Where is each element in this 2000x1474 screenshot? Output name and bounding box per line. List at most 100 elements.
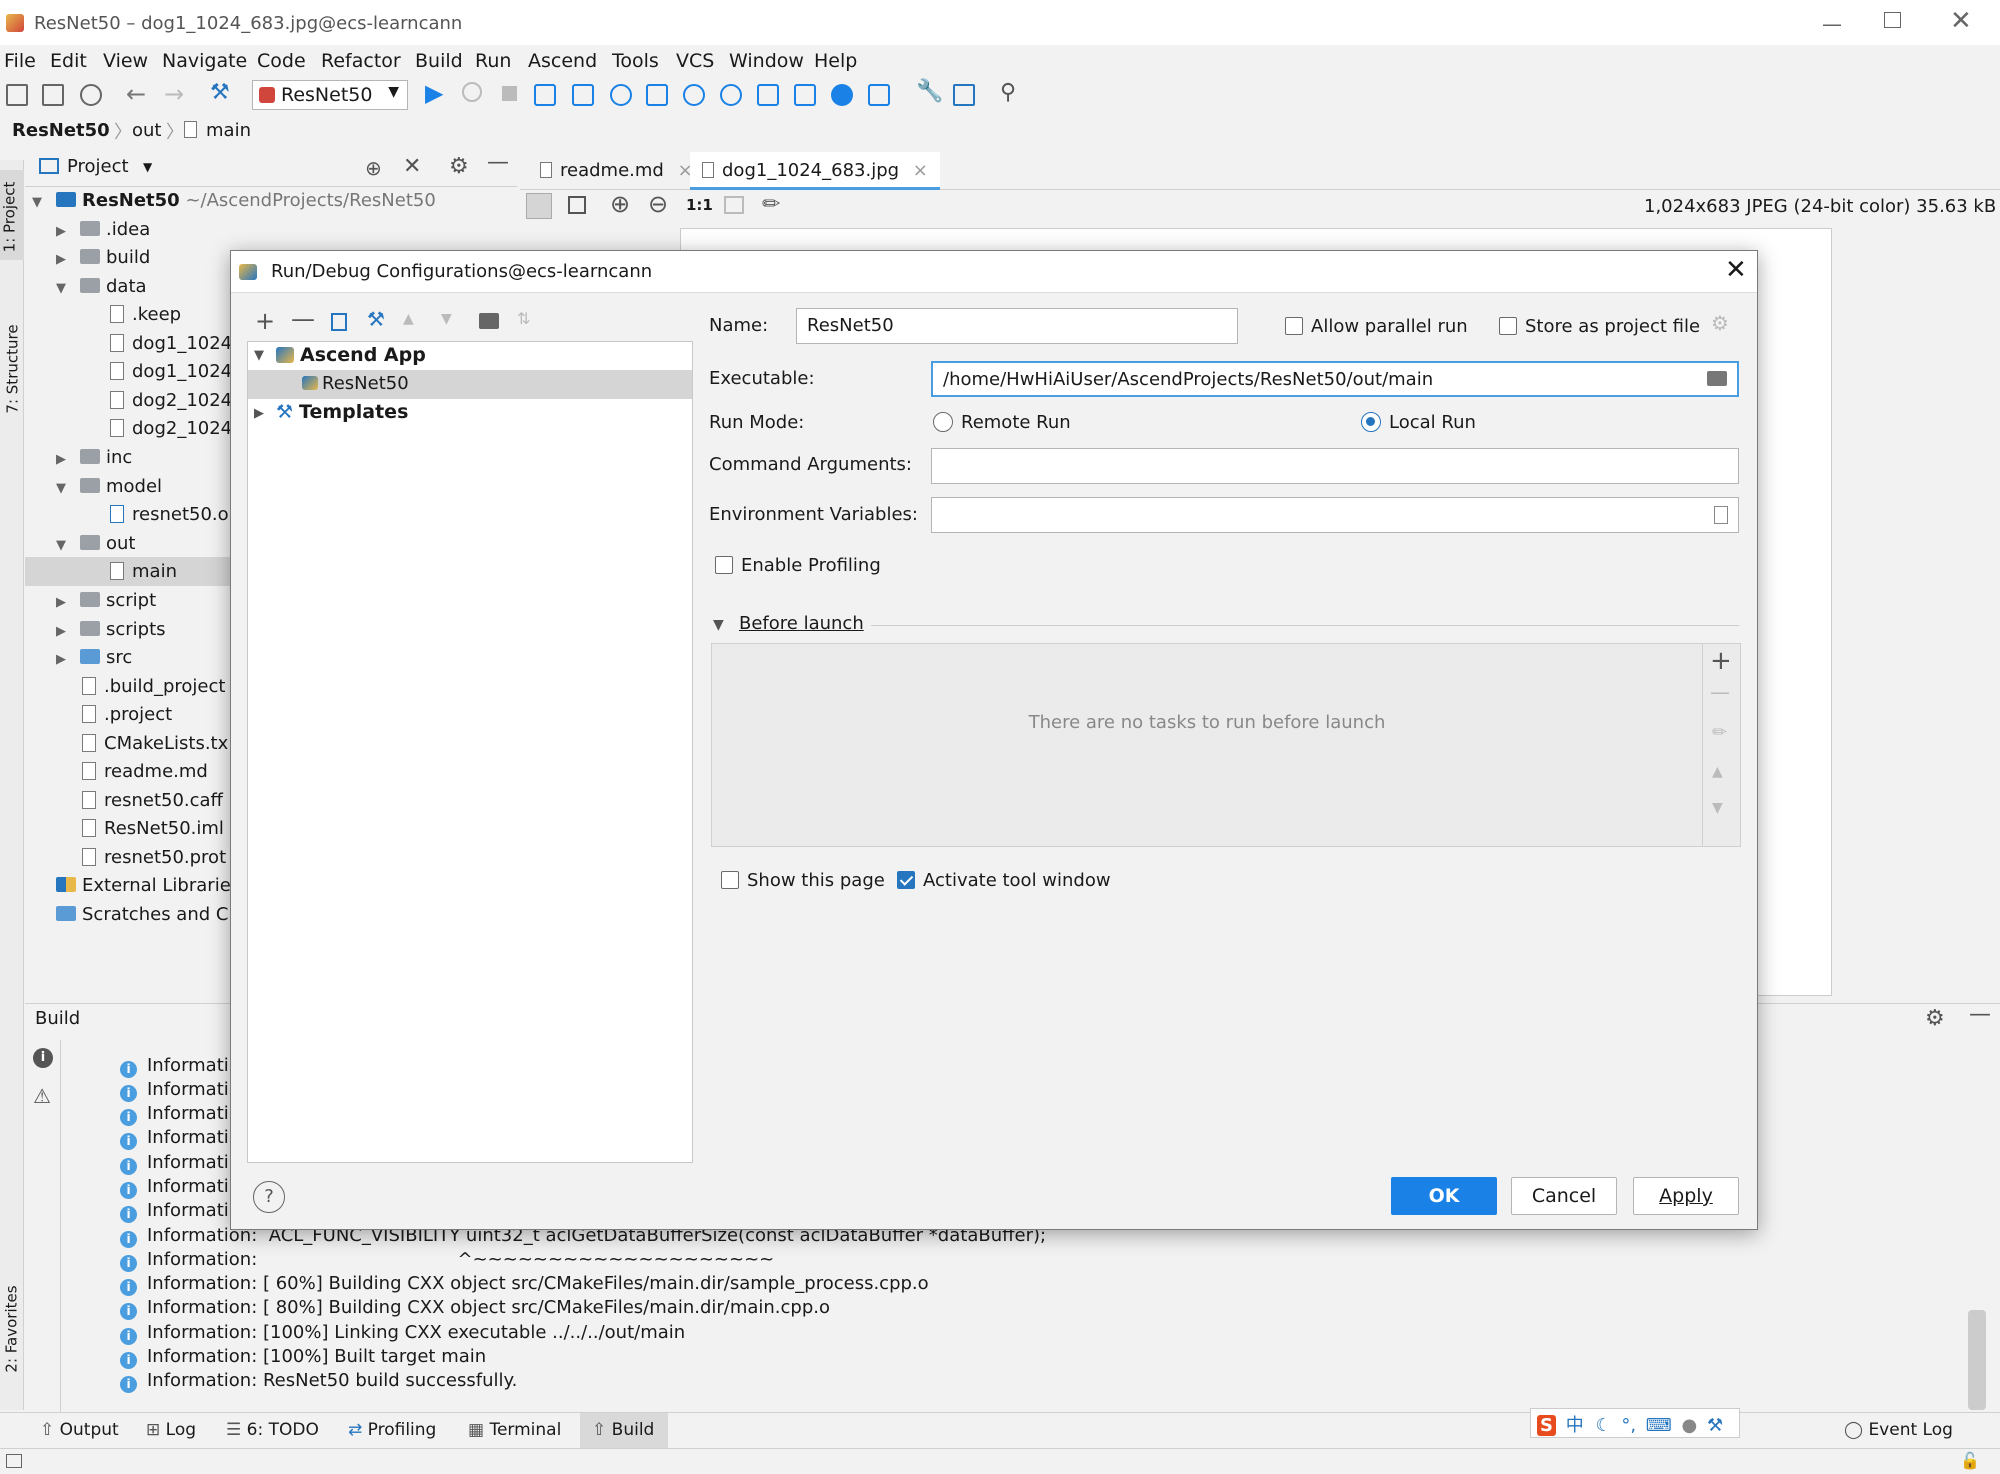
stop-icon[interactable] bbox=[502, 86, 517, 101]
folder-add-icon[interactable] bbox=[479, 313, 499, 329]
gear-icon[interactable]: ⚙ bbox=[1925, 1006, 1945, 1031]
tree-item-resnet50-prototxt[interactable]: resnet50.prot bbox=[82, 847, 230, 868]
ime-settings-icon[interactable]: ⚒ bbox=[1707, 1415, 1723, 1436]
zoom-out-icon[interactable]: ⊖ bbox=[648, 190, 668, 218]
actual-size-button[interactable]: 1:1 bbox=[686, 196, 713, 214]
expand-arrow-icon[interactable]: ▼ bbox=[56, 281, 66, 296]
edit-defaults-icon[interactable]: ⚒ bbox=[367, 307, 385, 331]
debug-icon[interactable] bbox=[462, 82, 482, 102]
expand-arrow-icon[interactable]: ▼ bbox=[32, 195, 42, 210]
edit-env-icon[interactable] bbox=[1714, 506, 1728, 524]
tree-item-project[interactable]: .project bbox=[82, 704, 230, 725]
cancel-button[interactable]: Cancel bbox=[1511, 1177, 1617, 1215]
tree-item-script[interactable]: script bbox=[80, 590, 156, 611]
save-icon[interactable] bbox=[42, 84, 64, 106]
remote-run-radio[interactable]: Remote Run bbox=[933, 412, 1071, 433]
breadcrumb-root[interactable]: ResNet50 bbox=[12, 120, 110, 141]
expand-arrow-icon[interactable]: ▶ bbox=[56, 224, 66, 239]
background-icon[interactable] bbox=[724, 196, 744, 214]
allow-parallel-checkbox[interactable]: Allow parallel run bbox=[1285, 316, 1468, 337]
gear-icon[interactable]: ⚙ bbox=[449, 154, 469, 179]
tree-root[interactable]: ResNet50 ~/AscendProjects/ResNet50 bbox=[56, 190, 436, 211]
lock-icon[interactable]: 🔓 bbox=[1960, 1451, 1980, 1470]
tree-item-idea[interactable]: .idea bbox=[80, 219, 150, 240]
name-input[interactable]: ResNet50 bbox=[796, 308, 1238, 344]
close-dialog-icon[interactable]: ✕ bbox=[1725, 255, 1747, 285]
menu-view[interactable]: View bbox=[103, 50, 148, 72]
tree-item-resnet50-iml[interactable]: ResNet50.iml bbox=[82, 818, 230, 839]
minimize-button[interactable]: — bbox=[1822, 12, 1842, 36]
tree-item-keep[interactable]: .keep bbox=[110, 304, 230, 325]
tree-item-resnet50-caffemodel[interactable]: resnet50.caff bbox=[82, 790, 230, 811]
remove-config-icon[interactable]: — bbox=[291, 305, 315, 333]
todo-tab[interactable]: ☰ 6: TODO bbox=[226, 1420, 319, 1440]
move-down-icon[interactable]: ▼ bbox=[441, 311, 452, 327]
open-icon[interactable] bbox=[6, 84, 28, 106]
help-button[interactable]: ? bbox=[253, 1181, 285, 1213]
environment-variables-input[interactable] bbox=[931, 497, 1739, 533]
expand-arrow-icon[interactable]: ▶ bbox=[254, 406, 264, 421]
tree-item-scratches[interactable]: Scratches and C bbox=[56, 904, 230, 925]
ok-button[interactable]: OK bbox=[1391, 1177, 1497, 1215]
menu-vcs[interactable]: VCS bbox=[676, 50, 714, 72]
copy-config-icon[interactable] bbox=[331, 313, 347, 331]
ascend-tool-8-icon[interactable] bbox=[794, 84, 816, 106]
expand-arrow-icon[interactable]: ▼ bbox=[56, 538, 66, 553]
scrollbar[interactable] bbox=[1968, 1310, 1986, 1410]
menu-tools[interactable]: Tools bbox=[612, 50, 659, 72]
menu-run[interactable]: Run bbox=[475, 50, 511, 72]
move-up-icon[interactable]: ▲ bbox=[403, 311, 414, 327]
tree-item-build-project[interactable]: .build_project bbox=[82, 676, 230, 697]
layout-icon[interactable] bbox=[6, 1454, 22, 1468]
add-config-icon[interactable]: + bbox=[255, 307, 275, 335]
expand-arrow-icon[interactable]: ▶ bbox=[56, 252, 66, 267]
expand-arrow-icon[interactable]: ▶ bbox=[56, 452, 66, 467]
ascend-tool-10-icon[interactable] bbox=[868, 84, 890, 106]
run-icon[interactable]: ▶ bbox=[425, 79, 443, 107]
tree-item-dog2-a[interactable]: dog2_1024 bbox=[110, 390, 230, 411]
ime-toolbar[interactable]: S 中 ☾ °, ⌨ ● ⚒ bbox=[1530, 1408, 1740, 1438]
menu-edit[interactable]: Edit bbox=[50, 50, 87, 72]
tree-item-external-libraries[interactable]: External Libraries bbox=[56, 875, 230, 896]
menu-refactor[interactable]: Refactor bbox=[321, 50, 401, 72]
hide-icon[interactable]: — bbox=[487, 150, 509, 175]
ascend-tool-9-icon[interactable] bbox=[831, 84, 853, 106]
expand-arrow-icon[interactable]: ▶ bbox=[56, 624, 66, 639]
project-panel-title[interactable]: Project bbox=[67, 156, 129, 177]
project-tool-tab[interactable]: 1: Project bbox=[0, 182, 18, 253]
tree-item-cmakelists[interactable]: CMakeLists.tx bbox=[82, 733, 230, 754]
show-this-page-checkbox[interactable]: Show this page bbox=[721, 870, 885, 891]
run-config-dropdown[interactable]: ResNet50 ▼ bbox=[252, 80, 408, 110]
tree-item-inc[interactable]: inc bbox=[80, 447, 132, 468]
forward-icon[interactable]: → bbox=[164, 80, 184, 108]
menu-help[interactable]: Help bbox=[814, 50, 857, 72]
config-group-ascend-app[interactable]: Ascend App bbox=[276, 344, 426, 366]
menu-build[interactable]: Build bbox=[415, 50, 463, 72]
menu-file[interactable]: File bbox=[4, 50, 36, 72]
log-tab[interactable]: ⊞ Log bbox=[146, 1420, 196, 1440]
ascend-tool-1-icon[interactable] bbox=[534, 84, 556, 106]
breadcrumb-out[interactable]: out bbox=[132, 120, 161, 141]
maximize-button[interactable] bbox=[1884, 12, 1901, 28]
activate-tool-window-checkbox[interactable]: Activate tool window bbox=[897, 870, 1111, 891]
ascend-tool-6-icon[interactable] bbox=[720, 84, 742, 106]
tree-item-scripts[interactable]: scripts bbox=[80, 619, 166, 640]
fit-icon[interactable] bbox=[526, 193, 552, 219]
warning-filter-icon[interactable]: ⚠ bbox=[33, 1084, 51, 1108]
local-run-radio[interactable]: Local Run bbox=[1361, 412, 1476, 433]
breadcrumb-main[interactable]: main bbox=[206, 120, 251, 141]
move-task-up-icon[interactable]: ▲ bbox=[1712, 764, 1723, 780]
close-window-button[interactable]: ✕ bbox=[1950, 6, 1972, 36]
apply-button[interactable]: Apply bbox=[1633, 1177, 1739, 1215]
remove-task-icon[interactable]: — bbox=[1710, 680, 1730, 704]
back-icon[interactable]: ← bbox=[126, 80, 146, 108]
tree-item-resnet50-om[interactable]: resnet50.o bbox=[110, 504, 230, 525]
tab-dog-image[interactable]: dog1_1024_683.jpg × bbox=[690, 152, 940, 190]
tree-item-readme[interactable]: readme.md bbox=[82, 761, 230, 782]
menu-navigate[interactable]: Navigate bbox=[162, 50, 247, 72]
tree-item-model[interactable]: model bbox=[80, 476, 162, 497]
collapse-icon[interactable]: ✕ bbox=[403, 154, 421, 179]
zoom-in-icon[interactable]: ⊕ bbox=[610, 190, 630, 218]
expand-arrow-icon[interactable]: ▶ bbox=[56, 595, 66, 610]
config-item-resnet50[interactable]: ResNet50 bbox=[302, 373, 409, 394]
